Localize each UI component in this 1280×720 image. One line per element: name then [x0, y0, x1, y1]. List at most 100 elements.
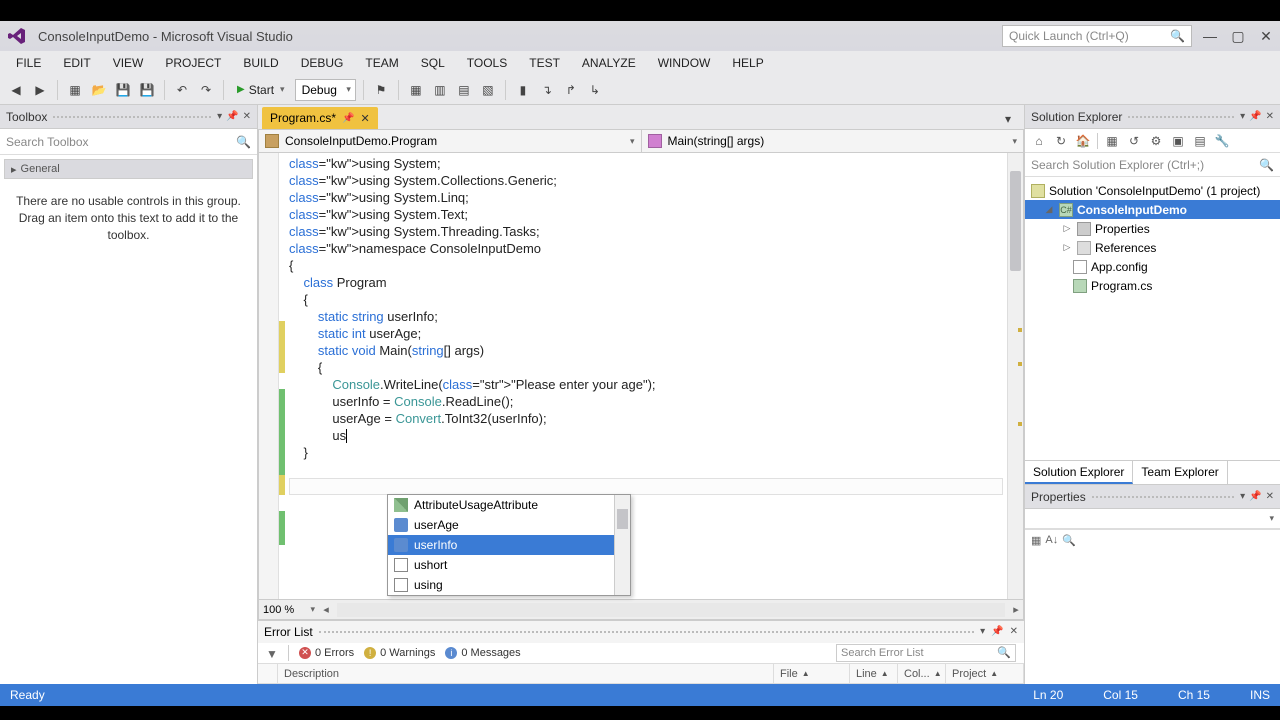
- tool-icon[interactable]: ↴: [537, 80, 557, 100]
- props-tool-icon[interactable]: 🔍: [1062, 534, 1076, 680]
- document-tab[interactable]: Program.cs* 📌 ✕: [262, 107, 378, 129]
- menu-build[interactable]: BUILD: [233, 53, 288, 73]
- save-all-button[interactable]: 💾: [137, 80, 157, 100]
- tree-project-node[interactable]: ◢C#ConsoleInputDemo: [1025, 200, 1280, 219]
- errors-filter[interactable]: ✕0 Errors: [299, 647, 354, 659]
- error-search-input[interactable]: Search Error List🔍: [836, 644, 1016, 662]
- chevron-down-icon[interactable]: ▾: [217, 111, 222, 122]
- horizontal-scrollbar[interactable]: [337, 603, 1005, 617]
- properties-icon[interactable]: 🔧: [1214, 133, 1230, 149]
- se-tool-icon[interactable]: ↺: [1126, 133, 1142, 149]
- tab-team-explorer[interactable]: Team Explorer: [1133, 461, 1227, 484]
- pin-icon[interactable]: 📌: [342, 113, 354, 124]
- scroll-right-button[interactable]: ▸: [1009, 603, 1023, 616]
- menu-file[interactable]: FILE: [6, 53, 51, 73]
- menu-help[interactable]: HELP: [722, 53, 773, 73]
- intellisense-item[interactable]: userAge: [388, 515, 630, 535]
- nav-back-button[interactable]: ◀: [6, 80, 26, 100]
- menu-test[interactable]: TEST: [519, 53, 570, 73]
- chevron-down-icon[interactable]: ▾: [1240, 491, 1245, 502]
- menu-debug[interactable]: DEBUG: [291, 53, 354, 73]
- tree-properties-node[interactable]: ▷Properties: [1025, 219, 1280, 238]
- solution-search-input[interactable]: Search Solution Explorer (Ctrl+;) 🔍: [1025, 153, 1280, 177]
- intellisense-item[interactable]: ushort: [388, 555, 630, 575]
- code-editor[interactable]: class="kw">using System;class="kw">using…: [258, 153, 1024, 600]
- quick-launch-input[interactable]: Quick Launch (Ctrl+Q) 🔍: [1002, 25, 1192, 47]
- menu-edit[interactable]: EDIT: [53, 53, 100, 73]
- col-description[interactable]: Description: [278, 664, 774, 683]
- save-button[interactable]: 💾: [113, 80, 133, 100]
- config-combo[interactable]: Debug: [295, 79, 356, 101]
- open-file-button[interactable]: 📂: [89, 80, 109, 100]
- pin-icon[interactable]: 📌: [1249, 491, 1261, 502]
- outline-gutter[interactable]: [259, 153, 279, 599]
- tab-overflow-button[interactable]: ▾: [998, 109, 1018, 129]
- tool-icon[interactable]: ▦: [406, 80, 426, 100]
- toolbox-search-input[interactable]: Search Toolbox 🔍: [0, 129, 257, 155]
- menu-project[interactable]: PROJECT: [155, 53, 231, 73]
- zoom-combo[interactable]: 100 %▾: [259, 604, 319, 616]
- home-icon[interactable]: 🏠: [1075, 133, 1091, 149]
- close-icon[interactable]: ✕: [360, 112, 369, 125]
- maximize-button[interactable]: ▢: [1230, 28, 1246, 44]
- se-tool-icon[interactable]: ▤: [1192, 133, 1208, 149]
- solution-tree[interactable]: Solution 'ConsoleInputDemo' (1 project) …: [1025, 177, 1280, 460]
- intellisense-item[interactable]: using: [388, 575, 630, 595]
- tool-icon[interactable]: ⚑: [371, 80, 391, 100]
- se-tool-icon[interactable]: ▣: [1170, 133, 1186, 149]
- tool-icon[interactable]: ↳: [585, 80, 605, 100]
- scroll-left-button[interactable]: ◂: [319, 603, 333, 616]
- vertical-scrollbar[interactable]: [1007, 153, 1023, 599]
- member-nav-combo[interactable]: Main(string[] args)▾: [642, 130, 1024, 152]
- messages-filter[interactable]: i0 Messages: [445, 647, 520, 659]
- menu-analyze[interactable]: ANALYZE: [572, 53, 646, 73]
- minimize-button[interactable]: —: [1202, 28, 1218, 44]
- se-tool-icon[interactable]: ⚙: [1148, 133, 1164, 149]
- tool-icon[interactable]: ▮: [513, 80, 533, 100]
- tool-icon[interactable]: ▤: [454, 80, 474, 100]
- col-project[interactable]: Project ▲: [946, 664, 1024, 683]
- categorized-icon[interactable]: ▦: [1031, 534, 1041, 680]
- menu-window[interactable]: WINDOW: [648, 53, 721, 73]
- tree-references-node[interactable]: ▷References: [1025, 238, 1280, 257]
- home-button[interactable]: ⌂: [1031, 133, 1047, 149]
- close-icon[interactable]: ✕: [1010, 626, 1018, 637]
- tree-programcs-node[interactable]: Program.cs: [1025, 276, 1280, 295]
- toolbox-category[interactable]: ▸ General: [4, 159, 253, 179]
- tree-appconfig-node[interactable]: App.config: [1025, 257, 1280, 276]
- menu-sql[interactable]: SQL: [411, 53, 455, 73]
- menu-view[interactable]: VIEW: [103, 53, 154, 73]
- warnings-filter[interactable]: !0 Warnings: [364, 647, 435, 659]
- properties-combo[interactable]: ▾: [1025, 509, 1280, 529]
- type-nav-combo[interactable]: ConsoleInputDemo.Program▾: [259, 130, 642, 152]
- tree-solution-node[interactable]: Solution 'ConsoleInputDemo' (1 project): [1025, 181, 1280, 200]
- col-col[interactable]: Col... ▲: [898, 664, 946, 683]
- close-icon[interactable]: ✕: [1266, 491, 1274, 502]
- menu-tools[interactable]: TOOLS: [457, 53, 517, 73]
- close-icon[interactable]: ✕: [1266, 111, 1274, 122]
- close-button[interactable]: ✕: [1258, 28, 1274, 44]
- new-project-button[interactable]: ▦: [65, 80, 85, 100]
- pin-icon[interactable]: 📌: [226, 111, 238, 122]
- se-tool-icon[interactable]: ▦: [1104, 133, 1120, 149]
- tool-icon[interactable]: ▥: [430, 80, 450, 100]
- tool-icon[interactable]: ↱: [561, 80, 581, 100]
- intellisense-scrollbar[interactable]: [614, 495, 630, 595]
- chevron-down-icon[interactable]: ▾: [980, 626, 985, 637]
- intellisense-item[interactable]: AttributeUsageAttribute: [388, 495, 630, 515]
- menu-team[interactable]: TEAM: [355, 53, 408, 73]
- close-icon[interactable]: ✕: [243, 111, 251, 122]
- pin-icon[interactable]: 📌: [991, 626, 1003, 637]
- col-icon[interactable]: [258, 664, 278, 683]
- pin-icon[interactable]: 📌: [1249, 111, 1261, 122]
- redo-button[interactable]: ↷: [196, 80, 216, 100]
- tab-solution-explorer[interactable]: Solution Explorer: [1025, 461, 1133, 484]
- nav-fwd-button[interactable]: ▶: [30, 80, 50, 100]
- col-file[interactable]: File ▲: [774, 664, 850, 683]
- col-line[interactable]: Line ▲: [850, 664, 898, 683]
- undo-button[interactable]: ↶: [172, 80, 192, 100]
- se-tool-icon[interactable]: ↻: [1053, 133, 1069, 149]
- start-debug-button[interactable]: ▶Start▾: [231, 81, 291, 99]
- intellisense-item[interactable]: userInfo: [388, 535, 630, 555]
- filter-icon[interactable]: ▼: [266, 647, 278, 659]
